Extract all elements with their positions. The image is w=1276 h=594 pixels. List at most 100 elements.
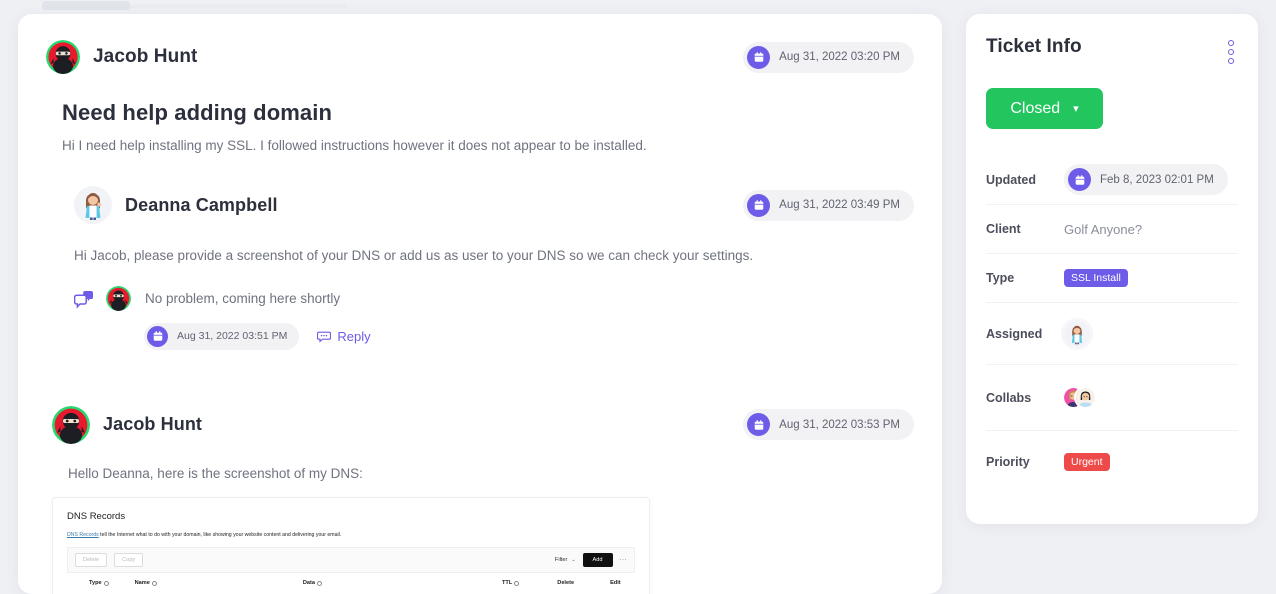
priority-badge: Urgent (1064, 452, 1110, 471)
conversation-card: Jacob Hunt Aug 31, 2022 03:20 PM Need he… (18, 14, 942, 594)
ticket-info-header: Ticket Info (986, 36, 1238, 68)
assigned-value (1064, 320, 1090, 347)
root-message-header: Jacob Hunt Aug 31, 2022 03:20 PM (46, 40, 914, 74)
woman-dark-hair-avatar[interactable] (1076, 388, 1095, 407)
second-author-name: Jacob Hunt (103, 414, 203, 434)
second-message-date: Aug 31, 2022 03:53 PM (743, 409, 914, 440)
dns-col-delete-label: Delete (557, 580, 575, 586)
agent-date-text: Aug 31, 2022 03:49 PM (779, 199, 900, 212)
kebab-dot (1228, 58, 1234, 64)
second-message-body: Hello Deanna, here is the screenshot of … (68, 465, 363, 481)
agent-author-name: Deanna Campbell (125, 194, 278, 215)
dns-add-button[interactable]: Add (582, 552, 613, 567)
second-message-author: Jacob Hunt (52, 405, 203, 444)
reply-button[interactable]: Reply (317, 328, 371, 344)
kebab-menu-icon[interactable] (1224, 36, 1238, 68)
kebab-dot (1228, 49, 1234, 55)
agent-reply: Deanna Campbell Aug 31, 2022 03:49 PM Hi (18, 186, 942, 350)
client-label: Client (986, 222, 1021, 236)
dns-col-data: Data (302, 580, 323, 586)
root-date-text: Aug 31, 2022 03:20 PM (779, 51, 900, 63)
agent-reply-header: Deanna Campbell Aug 31, 2022 03:49 PM (74, 186, 914, 225)
updated-label: Updated (986, 172, 1036, 187)
client-value: Golf Anyone? (1064, 221, 1143, 237)
dns-col-type: Type (89, 580, 109, 586)
root-message-author: Jacob Hunt (46, 40, 197, 74)
sub-reply-date-text: Aug 31, 2022 03:51 PM (177, 330, 288, 342)
info-icon (103, 580, 109, 586)
ticket-detail-page: Jacob Hunt Aug 31, 2022 03:20 PM Need he… (0, 0, 1276, 594)
calendar-icon (747, 193, 771, 217)
dns-description-rest: tell the Internet what to do with your d… (98, 531, 342, 538)
dns-col-data-label: Data (302, 580, 316, 586)
dns-col-ttl-label: TTL (502, 580, 513, 586)
dns-screenshot-description: DNS Records tell the Internet what to do… (67, 532, 649, 538)
type-label: Type (986, 271, 1015, 285)
second-date-text: Aug 31, 2022 03:53 PM (779, 418, 900, 431)
dns-screenshot-title: DNS Records (67, 510, 126, 522)
agent-reply-date: Aug 31, 2022 03:49 PM (743, 189, 914, 221)
ticket-field-updated: Updated Feb 8, 2023 02:01 PM (986, 155, 1238, 204)
woman-avatar[interactable] (1064, 320, 1090, 347)
dns-more-icon[interactable]: ··· (620, 557, 628, 563)
sub-reply-row: No problem, coming here shortly (106, 285, 371, 311)
ticket-info-title: Ticket Info (986, 36, 1082, 57)
reply-label: Reply (337, 328, 371, 344)
calendar-icon (147, 325, 168, 347)
ticket-field-priority: Priority Urgent (986, 430, 1238, 492)
sub-reply-meta: Aug 31, 2022 03:51 PM Reply (144, 322, 371, 350)
info-icon (514, 580, 520, 586)
priority-value: Urgent (1064, 452, 1110, 471)
priority-label: Priority (986, 454, 1030, 469)
collaborator-avatars (1064, 388, 1095, 407)
comment-icon (317, 331, 332, 343)
dns-filter-label: Filter (554, 556, 568, 563)
ticket-field-client: Client Golf Anyone? (986, 204, 1238, 253)
collabs-value (1064, 388, 1095, 407)
sub-reply-text: No problem, coming here shortly (145, 290, 341, 306)
chevron-down-icon: ⌄ (571, 556, 576, 563)
woman-avatar[interactable] (74, 186, 112, 225)
dns-col-type-label: Type (89, 580, 102, 586)
dns-copy-button[interactable]: Copy (114, 552, 144, 567)
sub-reply-date: Aug 31, 2022 03:51 PM (144, 322, 300, 350)
updated-date-text: Feb 8, 2023 02:01 PM (1100, 173, 1214, 186)
info-icon (151, 580, 157, 586)
ticket-status-dropdown[interactable]: Closed ▾ (986, 88, 1103, 129)
dns-screenshot-attachment[interactable]: DNS Records DNS Records tell the Interne… (52, 496, 650, 594)
updated-value: Feb 8, 2023 02:01 PM (1064, 164, 1228, 195)
dns-delete-button[interactable]: Delete (75, 552, 108, 567)
ticket-body: Hi I need help installing my SSL. I foll… (62, 138, 647, 153)
dns-records-link[interactable]: DNS Records (67, 532, 99, 538)
dns-col-delete: Delete (557, 580, 574, 586)
dns-table-header: Type Name Data TTL Delete Edit (67, 573, 635, 594)
root-author-name: Jacob Hunt (93, 46, 198, 67)
ticket-field-type: Type SSL Install (986, 253, 1238, 302)
second-message-header: Jacob Hunt Aug 31, 2022 03:53 PM (52, 405, 914, 444)
root-message-date: Aug 31, 2022 03:20 PM (743, 41, 914, 73)
dns-toolbar: Delete Copy Filter ⌄ Add ··· (67, 546, 635, 573)
sub-reply-content: No problem, coming here shortly Aug 31, … (106, 285, 371, 350)
ticket-field-collabs: Collabs (986, 364, 1238, 430)
second-message: Jacob Hunt Aug 31, 2022 03:53 PM Hello D… (18, 405, 942, 594)
ticket-info-panel: Ticket Info Closed ▾ Updated Feb 8, 2023… (966, 14, 1258, 524)
chevron-down-icon: ▾ (1073, 103, 1079, 115)
agent-reply-author: Deanna Campbell (74, 186, 278, 225)
dns-col-name-label: Name (134, 580, 150, 586)
ninja-avatar[interactable] (52, 405, 90, 444)
dns-col-name: Name (135, 580, 157, 586)
dns-col-edit: Edit (610, 580, 621, 586)
type-value: SSL Install (1064, 269, 1128, 287)
ninja-avatar[interactable] (106, 285, 131, 311)
agent-reply-body: Hi Jacob, please provide a screenshot of… (74, 248, 754, 264)
comments-icon (74, 289, 94, 309)
ticket-status-label: Closed (1010, 99, 1061, 117)
top-cutoff-bar (42, 1, 130, 10)
ticket-title: Need help adding domain (62, 100, 332, 125)
sub-reply: No problem, coming here shortly Aug 31, … (74, 285, 914, 350)
updated-date-pill: Feb 8, 2023 02:01 PM (1064, 164, 1228, 195)
ninja-avatar[interactable] (46, 40, 80, 74)
type-badge: SSL Install (1064, 269, 1128, 287)
dns-col-edit-label: Edit (610, 580, 621, 586)
dns-filter-dropdown[interactable]: Filter ⌄ (555, 557, 576, 563)
